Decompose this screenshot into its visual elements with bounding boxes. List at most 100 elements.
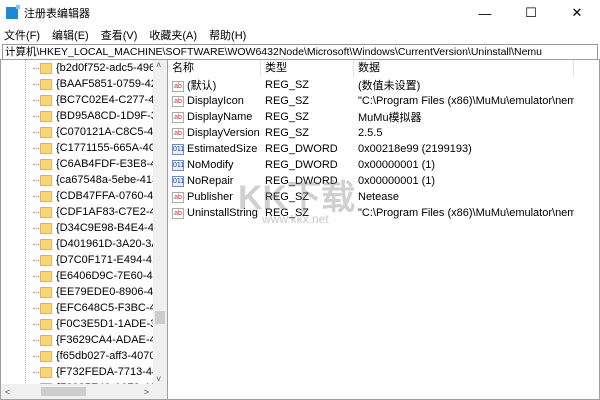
tree-item-label: {b2d0f752-adc5-496e- xyxy=(56,62,156,74)
table-row[interactable]: ab DisplayName REG_SZ MuMu模拟器 xyxy=(168,109,599,125)
value-data: 0x00218e99 (2199193) xyxy=(358,143,472,155)
table-row[interactable]: ab UninstallString REG_SZ "C:\Program Files… xyxy=(168,205,599,221)
menu-help[interactable]: 帮助(H) xyxy=(209,27,246,43)
tree-item[interactable]: {D7C0F171-E494-4115 xyxy=(1,252,167,268)
table-row[interactable]: 011 EstimatedSize REG_DWORD 0x00218e99 (219… xyxy=(168,141,599,157)
value-type: REG_DWORD xyxy=(265,175,338,187)
column-header-data[interactable]: 数据 xyxy=(354,59,574,77)
maximize-button[interactable]: ☐ xyxy=(508,0,554,26)
column-header-name[interactable]: 名称 xyxy=(168,59,261,77)
tree-item[interactable]: {f65db027-aff3-4070-8 xyxy=(1,348,167,364)
tree-item[interactable]: {BAAF5851-0759-422D xyxy=(1,76,167,92)
close-button[interactable]: ✕ xyxy=(554,0,600,26)
scroll-down-icon[interactable]: ˅ xyxy=(156,374,161,384)
tree-item-label: {BC7C02E4-C277-4FDE xyxy=(56,94,156,106)
value-name: NoRepair xyxy=(187,175,234,187)
menu-view[interactable]: 查看(V) xyxy=(101,27,138,43)
value-type: REG_SZ xyxy=(265,191,310,203)
tree-item[interactable]: {CDB47FFA-0760-4888 xyxy=(1,188,167,204)
value-name: DisplayVersion xyxy=(187,127,260,139)
tree-item[interactable]: {CDF1AF83-C7E2-427B xyxy=(1,204,167,220)
scroll-left-icon[interactable]: < xyxy=(5,387,10,397)
table-row[interactable]: ab DisplayIcon REG_SZ "C:\Program Files (x8… xyxy=(168,93,599,109)
menu-favorites[interactable]: 收藏夹(A) xyxy=(149,27,197,43)
table-row[interactable]: 011 NoModify REG_DWORD 0x00000001 (1) xyxy=(168,157,599,173)
tree-item-label: {C6AB4FDF-E3E8-4521 xyxy=(56,158,156,170)
column-header-type[interactable]: 类型 xyxy=(261,59,354,77)
tree-item-label: {f65db027-aff3-4070-8 xyxy=(56,350,156,362)
tree-item[interactable]: {EFC648C5-F3BC-4096 xyxy=(1,300,167,316)
value-data: "C:\Program Files (x86)\MuMu\emulator\ne… xyxy=(358,95,574,107)
tree-item-label: {F732FEDA-7713-4428- xyxy=(56,366,156,378)
value-name: EstimatedSize xyxy=(187,143,258,155)
tree-item[interactable]: {F3629CA4-ADAE-4A10 xyxy=(1,332,167,348)
binary-value-icon: 011 xyxy=(172,159,185,171)
value-data: MuMu模拟器 xyxy=(358,112,422,124)
regedit-app-icon xyxy=(6,5,20,19)
tree-vertical-scrollbar[interactable]: ˄ ˅ xyxy=(153,60,167,384)
tree-item-label: {CDB47FFA-0760-4888 xyxy=(56,190,156,202)
tree-item[interactable]: {b2d0f752-adc5-496e- xyxy=(1,60,167,76)
tree-horizontal-scrollbar[interactable]: < > xyxy=(1,384,167,399)
folder-icon xyxy=(40,238,52,250)
value-name: NoModify xyxy=(187,159,234,171)
folder-icon xyxy=(40,222,52,234)
tree-item[interactable]: {C070121A-C8C5-4D52 xyxy=(1,124,167,140)
tree-item[interactable]: {C6AB4FDF-E3E8-4521 xyxy=(1,156,167,172)
value-data: 2.5.5 xyxy=(358,127,383,139)
binary-value-icon: 011 xyxy=(172,175,185,187)
tree-vertical-scroll-thumb[interactable] xyxy=(155,311,165,324)
tree-item[interactable]: {C1771155-665A-4C7F xyxy=(1,140,167,156)
value-type: REG_SZ xyxy=(265,95,310,107)
minimize-button[interactable]: — xyxy=(462,0,508,26)
value-name: UninstallString xyxy=(187,207,258,219)
menu-file[interactable]: 文件(F) xyxy=(4,27,40,43)
tree-item-label: {BAAF5851-0759-422D xyxy=(56,78,156,90)
value-data: 0x00000001 (1) xyxy=(358,175,436,187)
value-type: REG_SZ xyxy=(265,127,310,139)
tree-item-label: {C070121A-C8C5-4D52 xyxy=(56,126,156,138)
window-title: 注册表编辑器 xyxy=(24,8,90,20)
folder-icon xyxy=(40,350,52,362)
tree-item[interactable]: {D34C9E98-B4E4-4833 xyxy=(1,220,167,236)
tree-item[interactable]: {F0C3E5D1-1ADE-321E xyxy=(1,316,167,332)
tree-item-label: {D7C0F171-E494-4115 xyxy=(56,254,156,266)
menu-edit[interactable]: 编辑(E) xyxy=(52,27,89,43)
tree-item-label: {D401961D-3A20-3AC7 xyxy=(56,238,156,250)
tree-item[interactable]: {BD95A8CD-1D9F-35A xyxy=(1,108,167,124)
string-value-icon: ab xyxy=(172,207,184,219)
folder-icon xyxy=(40,206,52,218)
folder-icon xyxy=(40,126,52,138)
value-name: Publisher xyxy=(187,191,233,203)
tree-item-label: {C1771155-665A-4C7F xyxy=(56,142,156,154)
table-row[interactable]: 011 NoRepair REG_DWORD 0x00000001 (1) xyxy=(168,173,599,189)
tree-item[interactable]: {E6406D9C-7E60-4819 xyxy=(1,268,167,284)
key-tree: {b2d0f752-adc5-496e- {BAAF5851-0759-422D {… xyxy=(0,59,168,400)
tree-item[interactable]: {EE79EDE0-8906-44DC xyxy=(1,284,167,300)
tree-item[interactable]: {BC7C02E4-C277-4FDE xyxy=(1,92,167,108)
tree-item-label: {EFC648C5-F3BC-4096 xyxy=(56,302,156,314)
tree-item[interactable]: {F732FEDA-7713-4428- xyxy=(1,364,167,380)
folder-icon xyxy=(40,254,52,266)
value-data: (数值未设置) xyxy=(358,80,421,92)
folder-icon xyxy=(40,158,52,170)
tree-item-label: {D34C9E98-B4E4-4833 xyxy=(56,222,156,234)
folder-icon xyxy=(40,94,52,106)
folder-icon xyxy=(40,78,52,90)
tree-item[interactable]: {ca67548a-5ebe-413a- xyxy=(1,172,167,188)
tree-item-label: {F3629CA4-ADAE-4A10 xyxy=(56,334,156,346)
folder-icon xyxy=(40,110,52,122)
address-bar[interactable]: 计算机\HKEY_LOCAL_MACHINE\SOFTWARE\WOW6432N… xyxy=(2,44,598,60)
scroll-up-icon[interactable]: ˄ xyxy=(156,60,161,70)
table-row[interactable]: ab (默认) REG_SZ (数值未设置) xyxy=(168,77,599,93)
tree-item-label: {F0C3E5D1-1ADE-321E xyxy=(56,318,156,330)
table-row[interactable]: ab DisplayVersion REG_SZ 2.5.5 xyxy=(168,125,599,141)
tree-horizontal-scroll-thumb[interactable] xyxy=(41,387,86,396)
string-value-icon: ab xyxy=(172,95,184,107)
folder-icon xyxy=(40,62,52,74)
value-name: DisplayName xyxy=(187,111,253,123)
table-row[interactable]: ab Publisher REG_SZ Netease xyxy=(168,189,599,205)
scroll-right-icon[interactable]: > xyxy=(144,387,149,397)
tree-item[interactable]: {D401961D-3A20-3AC7 xyxy=(1,236,167,252)
values-list: 名称 类型 数据 ab (默认) REG_SZ (数值未设置) ab DisplayIco… xyxy=(168,59,600,400)
